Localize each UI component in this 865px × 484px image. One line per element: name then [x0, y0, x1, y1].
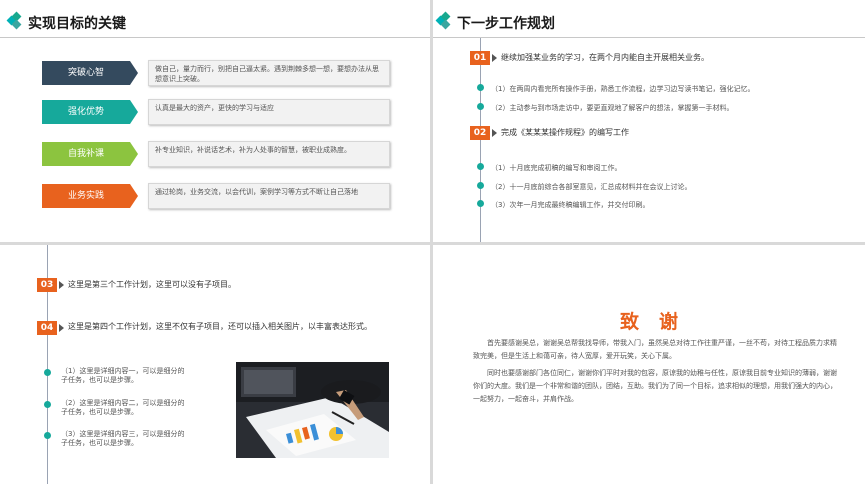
- bullet-dot: [477, 200, 484, 207]
- logo-icon: [6, 11, 24, 30]
- key-label-1: 突破心智: [42, 61, 130, 85]
- section-02-item-2: （2）十一月底前综合各部室意见，汇总成材料并在会议上讨论。: [491, 183, 692, 191]
- bullet-dot: [44, 369, 51, 376]
- bullet-dot: [44, 432, 51, 439]
- section-heading-02: 完成《某某某操作规程》的编写工作: [501, 128, 629, 137]
- key-desc-3: 补专业知识，补说话艺术，补为人处事的智慧，被职业成熟度。: [148, 141, 390, 167]
- key-label-3: 自我补课: [42, 142, 130, 166]
- business-photo: [236, 362, 389, 458]
- section-02-item-3: （3）次年一月完成最终稿编辑工作，并交付印刷。: [491, 201, 650, 209]
- bullet-dot: [477, 103, 484, 110]
- bullet-dot: [477, 84, 484, 91]
- bullet-dot: [44, 401, 51, 408]
- key-arrow-4: [130, 184, 138, 208]
- title-divider: [0, 37, 430, 38]
- section-number-04: 04: [37, 321, 57, 335]
- slide-3: 03 这里是第三个工作计划，这里可以没有子项目。 04 这里是第四个工作计划，这…: [0, 245, 430, 484]
- logo-icon: [435, 11, 453, 30]
- key-arrow-1: [130, 61, 138, 85]
- section-number-02: 02: [470, 126, 490, 140]
- triangle-icon: [492, 54, 497, 62]
- key-desc-2: 认真是最大的资产，更快的学习与适应: [148, 99, 390, 125]
- key-desc-4: 通过轮岗，业务交流，以会代训，案例学习等方式不断让自己落地: [148, 183, 390, 209]
- slide-1: 实现目标的关键 突破心智 做自己，量力而行，别把自己逼太紧。遇到荆棘多想一想，要…: [0, 0, 430, 242]
- section-heading-04: 这里是第四个工作计划，这里不仅有子项目，还可以插入相关图片，以丰富表达形式。: [68, 322, 372, 331]
- detail-item-2: （2）这里是详细内容二，可以是细分的子任务，也可以是步骤。: [61, 399, 185, 416]
- slide-1-title: 实现目标的关键: [28, 16, 126, 32]
- slide-4: 致谢 首先要感谢吴总，谢谢吴总帮我找导师，带我入门，虽然吴总对待工作往重严谨，一…: [433, 245, 865, 484]
- bullet-dot: [477, 163, 484, 170]
- section-heading-01: 继续加强某业务的学习，在两个月内能自主开展相关业务。: [501, 53, 709, 62]
- section-number-01: 01: [470, 51, 490, 65]
- section-01-item-1: （1）在两周内看完所有操作手册，熟悉工作流程，边学习边写读书笔记，强化记忆。: [491, 85, 755, 93]
- section-number-03: 03: [37, 278, 57, 292]
- detail-item-3: （3）这里是详细内容三，可以是细分的子任务，也可以是步骤。: [61, 430, 185, 447]
- key-desc-1: 做自己，量力而行，别把自己逼太紧。遇到荆棘多想一想，要想办法从思想意识上突破。: [148, 60, 390, 86]
- key-label-2: 强化优势: [42, 100, 130, 124]
- thanks-paragraph-2: 同时也要感谢部门各位同仁，谢谢你们平时对我的包容，原谅我的幼稚与任性，原谅我目前…: [473, 369, 837, 403]
- slide-2: 下一步工作规划 01 继续加强某业务的学习，在两个月内能自主开展相关业务。 （1…: [433, 0, 865, 242]
- detail-item-1: （1）这里是详细内容一，可以是细分的子任务，也可以是步骤。: [61, 367, 185, 384]
- key-arrow-2: [130, 100, 138, 124]
- bullet-dot: [477, 182, 484, 189]
- triangle-icon: [492, 129, 497, 137]
- section-02-item-1: （1）十月底完成初稿的编写和审阅工作。: [491, 164, 622, 172]
- thanks-paragraph-1: 首先要感谢吴总，谢谢吴总帮我找导师，带我入门，虽然吴总对待工作往重严谨，一丝不苟…: [473, 339, 837, 360]
- section-heading-03: 这里是第三个工作计划，这里可以没有子项目。: [68, 280, 236, 289]
- thanks-heading: 致谢: [619, 311, 698, 333]
- title-divider: [433, 37, 865, 38]
- timeline-line: [480, 38, 481, 242]
- triangle-icon: [59, 324, 64, 332]
- section-01-item-2: （2）主动参与到市场走访中，要更直观地了解客户的想法，掌握第一手材料。: [491, 104, 734, 112]
- triangle-icon: [59, 281, 64, 289]
- key-arrow-3: [130, 142, 138, 166]
- key-label-4: 业务实践: [42, 184, 130, 208]
- slide-2-title: 下一步工作规划: [457, 16, 555, 32]
